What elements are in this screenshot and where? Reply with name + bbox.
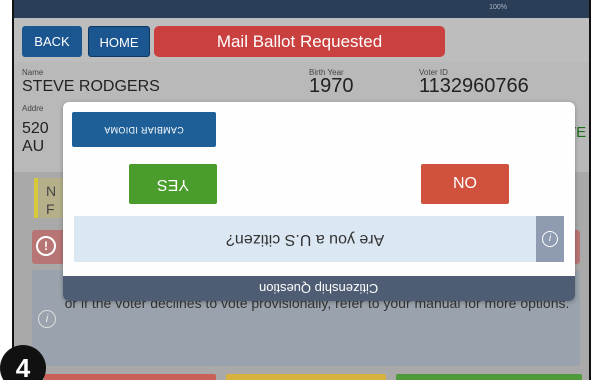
battery-level: 100% <box>489 4 507 11</box>
yes-button[interactable]: YES <box>129 164 217 204</box>
modal-title: Citizenship Question <box>259 281 379 296</box>
note-partial-2: F <box>46 201 55 217</box>
bottom-action-button-2[interactable] <box>226 374 386 380</box>
tablet-screen: 100% BACK HOME Mail Ballot Requested Nam… <box>12 0 591 380</box>
citizenship-question: Are you a U.S citizen? <box>225 231 385 248</box>
birth-year: 1970 <box>309 75 354 97</box>
address-label: Addre <box>22 104 44 113</box>
voter-name: STEVE RODGERS <box>22 78 160 95</box>
address-line-1: 520 <box>22 120 49 137</box>
help-icon-cell[interactable]: i <box>536 216 564 262</box>
bottom-action-button-1[interactable] <box>44 374 216 380</box>
change-language-button[interactable]: CAMBIAR IDIOMA <box>72 112 216 147</box>
status-bar: 100% <box>14 0 589 18</box>
modal-title-bar: Citizenship Question <box>63 276 575 301</box>
bottom-action-button-3[interactable] <box>396 374 582 380</box>
alert-icon: ! <box>36 236 56 256</box>
citizenship-question-row: Are you a U.S citizen? i <box>74 216 564 262</box>
info-icon: i <box>38 310 56 328</box>
change-language-label: CAMBIAR IDIOMA <box>104 125 184 135</box>
no-button[interactable]: NO <box>421 164 509 204</box>
name-label: Name <box>22 68 44 77</box>
home-button[interactable]: HOME <box>88 26 150 57</box>
yes-label: YES <box>156 176 189 193</box>
citizenship-modal: CAMBIAR IDIOMA YES NO Are you a U.S citi… <box>63 102 575 301</box>
question-text-wrap: Are you a U.S citizen? <box>74 216 536 262</box>
note-partial-1: N <box>46 183 57 199</box>
address-line-2: AU <box>22 138 45 155</box>
voter-id: 1132960766 <box>419 75 529 97</box>
ballot-status-badge: Mail Ballot Requested <box>154 26 445 57</box>
back-button[interactable]: BACK <box>22 26 82 57</box>
help-icon: i <box>542 231 558 247</box>
toolbar: BACK HOME Mail Ballot Requested <box>14 18 589 62</box>
